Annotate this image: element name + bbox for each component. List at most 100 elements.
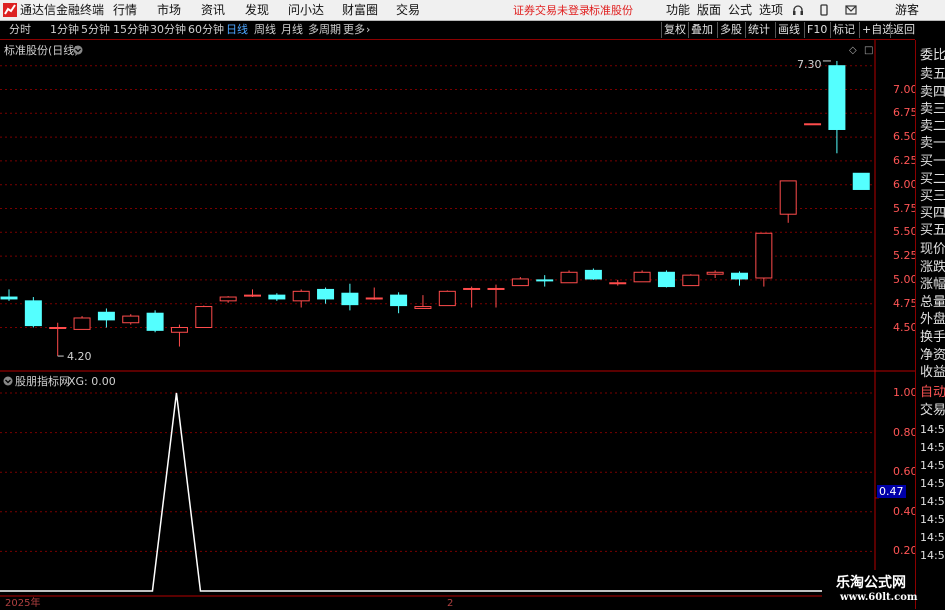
candle-body <box>657 271 675 288</box>
period-30min[interactable]: 30分钟 <box>150 23 186 37</box>
stock-name-label: 标准股份 <box>589 4 633 17</box>
candle-body <box>779 180 797 215</box>
y-tick-label: 5.75 <box>893 201 918 215</box>
candle-body <box>828 65 846 130</box>
high-price-label: 7.30 <box>797 58 822 71</box>
mobile-icon[interactable] <box>818 4 830 16</box>
rp-sell2: 卖二 <box>920 119 945 134</box>
candle-body <box>487 287 505 290</box>
candle-body <box>244 294 261 297</box>
low-price-label: 4.20 <box>67 350 92 363</box>
dropdown-icon[interactable] <box>73 45 83 55</box>
rp-buy5: 买五 <box>920 223 945 238</box>
menu-xuanxiang[interactable]: 选项 <box>759 2 783 18</box>
chevron-right-icon[interactable]: › <box>366 23 370 37</box>
rp-auto[interactable]: 自动 <box>920 385 945 400</box>
y-tick-label: 5.00 <box>893 272 918 286</box>
x-axis-year-label: 2025年 <box>5 598 41 609</box>
rp-buy3: 买三 <box>920 189 945 204</box>
period-monthly[interactable]: 月线 <box>281 23 303 37</box>
rp-volume: 总量 <box>920 295 945 310</box>
tool-duogu[interactable]: 多股 <box>717 22 744 38</box>
rp-trade[interactable]: 交易 <box>920 403 945 418</box>
indicator-series <box>0 392 875 592</box>
y-tick-label: 0.40 <box>893 504 918 518</box>
rp-time-3: 14:56 <box>920 459 945 472</box>
tool-huaxian[interactable]: 画线 <box>775 22 802 38</box>
y-tick-label: 0.80 <box>893 425 918 439</box>
y-tick-label: 0.20 <box>893 544 918 558</box>
candle-body <box>268 294 286 300</box>
rp-time-7: 14:56 <box>920 531 945 544</box>
period-60min[interactable]: 60分钟 <box>188 23 224 37</box>
candle-body <box>97 311 115 321</box>
menu-gongneng[interactable]: 功能 <box>666 2 690 18</box>
menu-shichang[interactable]: 市场 <box>157 2 181 18</box>
rp-sell5: 卖五 <box>920 67 945 82</box>
x-axis-month-label: 2 <box>447 598 454 609</box>
y-tick-label: 7.00 <box>893 82 918 96</box>
app-logo-icon <box>3 3 17 17</box>
guest-label[interactable]: 游客 <box>895 2 919 18</box>
candle-body <box>463 287 481 290</box>
period-daily[interactable]: 日线 <box>226 23 248 37</box>
menu-jiaoyi[interactable]: 交易 <box>396 2 420 18</box>
candle-body <box>341 292 359 306</box>
maximize-icon[interactable]: □ <box>864 44 873 57</box>
y-tick-label: 6.00 <box>893 177 918 191</box>
candle-body <box>511 278 529 287</box>
menu-banmian[interactable]: 版面 <box>697 2 721 18</box>
trade-login-status[interactable]: 证券交易未登录 <box>513 3 590 19</box>
period-5min[interactable]: 5分钟 <box>81 23 110 37</box>
candle-body <box>414 306 432 309</box>
candle-body <box>731 272 748 280</box>
candle-body <box>365 297 383 300</box>
candle-body <box>292 290 310 302</box>
candle-body <box>146 312 164 331</box>
period-weekly[interactable]: 周线 <box>254 23 276 37</box>
menu-wenxiaoda[interactable]: 问小达 <box>288 2 324 18</box>
rp-outer: 外盘 <box>920 312 945 327</box>
diamond-icon[interactable]: ◇ <box>849 44 857 57</box>
candle-body <box>122 315 140 324</box>
tool-diejia[interactable]: 叠加 <box>688 22 715 38</box>
candle-body <box>0 296 18 300</box>
watermark: 乐淘公式网 www.60lt.com <box>822 570 917 609</box>
period-more[interactable]: 更多 <box>343 23 365 37</box>
headset-icon[interactable] <box>792 4 804 16</box>
period-1min[interactable]: 1分钟 <box>50 23 79 37</box>
rp-earnings: 收益 <box>920 365 945 380</box>
rp-sell3: 卖三 <box>920 102 945 117</box>
y-tick-label: 1.00 <box>893 386 918 399</box>
candle-body <box>438 290 456 307</box>
period-fenshi[interactable]: 分时 <box>9 23 31 37</box>
menu-hangqing[interactable]: 行情 <box>113 2 137 18</box>
rp-change: 涨跌 <box>920 260 945 275</box>
candle-body <box>560 271 578 284</box>
indicator-dropdown-icon[interactable] <box>3 376 13 386</box>
candle-body <box>170 327 188 333</box>
menu-caifuquan[interactable]: 财富圈 <box>342 2 378 18</box>
menu-zixun[interactable]: 资讯 <box>201 2 225 18</box>
candle-body <box>706 271 724 275</box>
y-tick-label: 0.60 <box>893 465 918 479</box>
mail-icon[interactable] <box>845 4 857 16</box>
rp-change-pct: 涨幅 <box>920 277 945 292</box>
tool-fuquan[interactable]: 复权 <box>661 22 688 38</box>
tool-f10[interactable]: F10 <box>804 22 829 38</box>
candle-body <box>852 172 870 190</box>
title-bar: 通达信金融终端 行情 市场 资讯 发现 问小达 财富圈 交易 证券交易未登录 标… <box>0 0 945 21</box>
menu-faxian[interactable]: 发现 <box>245 2 269 18</box>
menu-gongshi[interactable]: 公式 <box>728 2 752 18</box>
tool-fanhui[interactable]: 返回 <box>890 22 917 38</box>
indicator-current-label: 0.47 <box>877 485 906 498</box>
candle-body <box>755 232 773 279</box>
period-toolbar: 分时 1分钟 5分钟 15分钟 30分钟 60分钟 日线 周线 月线 多周期 更… <box>0 21 915 40</box>
tool-biaoji[interactable]: 标记 <box>830 22 857 38</box>
period-15min[interactable]: 15分钟 <box>113 23 149 37</box>
tool-tongji[interactable]: 统计 <box>745 22 772 38</box>
indicator-title: 股朋指标网 <box>15 375 70 388</box>
chart-area[interactable] <box>0 40 915 609</box>
period-multi[interactable]: 多周期 <box>308 23 341 37</box>
main-chart-title: 标准股份(日线) <box>4 44 79 57</box>
